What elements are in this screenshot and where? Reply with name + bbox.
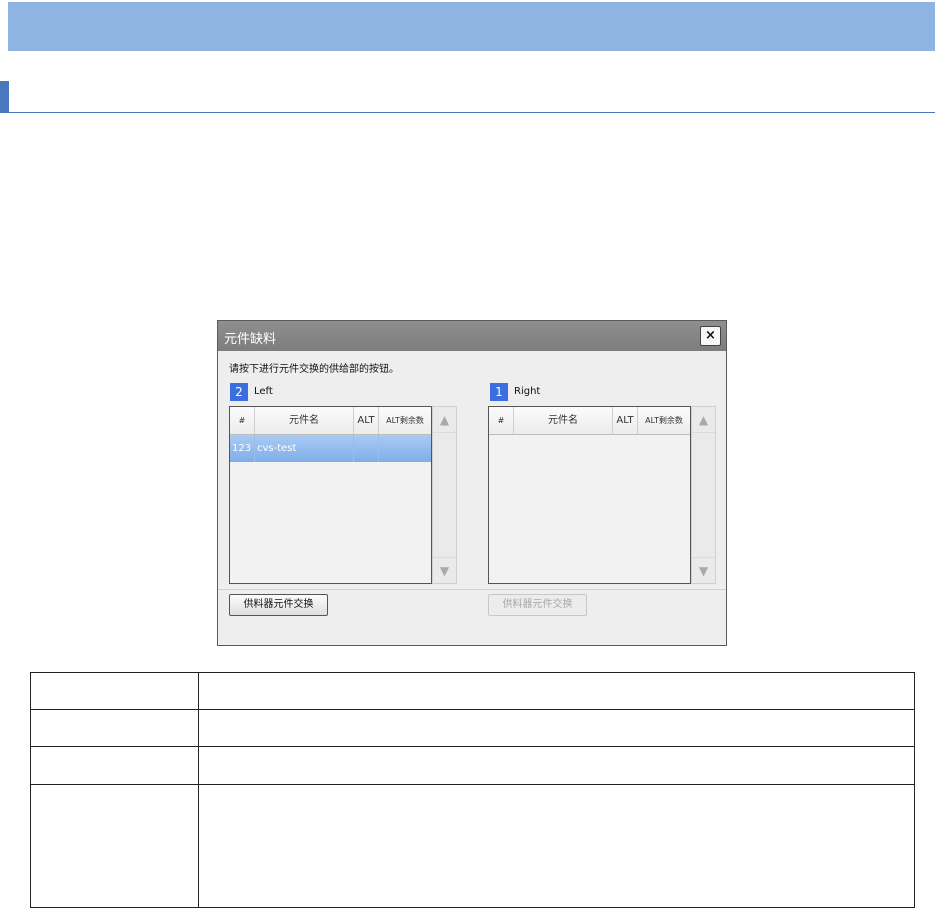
- close-button[interactable]: ×: [700, 326, 721, 346]
- column-header-alt: ALT: [613, 407, 638, 434]
- scroll-down-button[interactable]: ▼: [433, 557, 456, 583]
- info-table-row: [31, 710, 914, 747]
- dialog-titlebar: 元件缺料 ×: [218, 321, 726, 351]
- dialog-title: 元件缺料: [224, 332, 277, 347]
- left-count-badge: 2: [230, 383, 248, 401]
- info-value-cell: [199, 785, 914, 907]
- left-parts-table: # 元件名 ALT ALT剩余数 123 cvs-test: [229, 406, 432, 584]
- table-row[interactable]: 123 cvs-test: [230, 435, 431, 462]
- arrow-down-icon: ▼: [698, 564, 709, 578]
- left-scrollbar[interactable]: ▲ ▼: [432, 406, 457, 584]
- right-table-header: # 元件名 ALT ALT剩余数: [489, 407, 690, 435]
- row-part-name: cvs-test: [255, 435, 354, 462]
- scroll-down-button[interactable]: ▼: [692, 557, 715, 583]
- info-key-cell: [31, 673, 199, 709]
- column-header-alt-remaining: ALT剩余数: [645, 416, 683, 425]
- column-header-number: #: [230, 407, 255, 434]
- info-key-cell: [31, 785, 199, 907]
- arrow-up-icon: ▲: [439, 413, 450, 427]
- left-table-header: # 元件名 ALT ALT剩余数: [230, 407, 431, 435]
- close-icon: ×: [705, 328, 716, 343]
- right-side-label: Right: [514, 386, 541, 397]
- column-header-alt-remaining: ALT剩余数: [386, 416, 424, 425]
- left-side-label: Left: [254, 386, 273, 397]
- info-value-cell: [199, 673, 914, 709]
- part-shortage-dialog: 元件缺料 × 请按下进行元件交换的供给部的按钮。 2 Left # 元件名 AL…: [217, 320, 727, 646]
- right-count-badge: 1: [490, 383, 508, 401]
- right-scrollbar[interactable]: ▲ ▼: [691, 406, 716, 584]
- arrow-up-icon: ▲: [698, 413, 709, 427]
- info-key-cell: [31, 747, 199, 784]
- info-table-row: [31, 673, 914, 710]
- info-key-cell: [31, 710, 199, 746]
- column-header-alt: ALT: [354, 407, 379, 434]
- info-table: [30, 672, 915, 908]
- header-band: [8, 2, 935, 51]
- scroll-up-button[interactable]: ▲: [692, 407, 715, 433]
- dialog-footer-divider: [218, 589, 726, 590]
- section-divider: [9, 112, 935, 113]
- info-value-cell: [199, 747, 914, 784]
- column-header-part-name: 元件名: [514, 407, 613, 434]
- section-marker: [0, 81, 9, 113]
- row-alt: [354, 435, 379, 462]
- scroll-up-button[interactable]: ▲: [433, 407, 456, 433]
- right-parts-table: # 元件名 ALT ALT剩余数: [488, 406, 691, 584]
- column-header-number: #: [489, 407, 514, 434]
- row-alt-remaining: [379, 435, 431, 462]
- right-feeder-exchange-button[interactable]: 供料器元件交换: [488, 594, 587, 616]
- info-table-row: [31, 747, 914, 785]
- left-feeder-exchange-button[interactable]: 供料器元件交换: [229, 594, 328, 616]
- instruction-text: 请按下进行元件交换的供给部的按钮。: [229, 364, 399, 375]
- column-header-part-name: 元件名: [255, 407, 354, 434]
- info-table-row: [31, 785, 914, 907]
- arrow-down-icon: ▼: [439, 564, 450, 578]
- info-value-cell: [199, 710, 914, 746]
- row-number: 123: [230, 435, 255, 462]
